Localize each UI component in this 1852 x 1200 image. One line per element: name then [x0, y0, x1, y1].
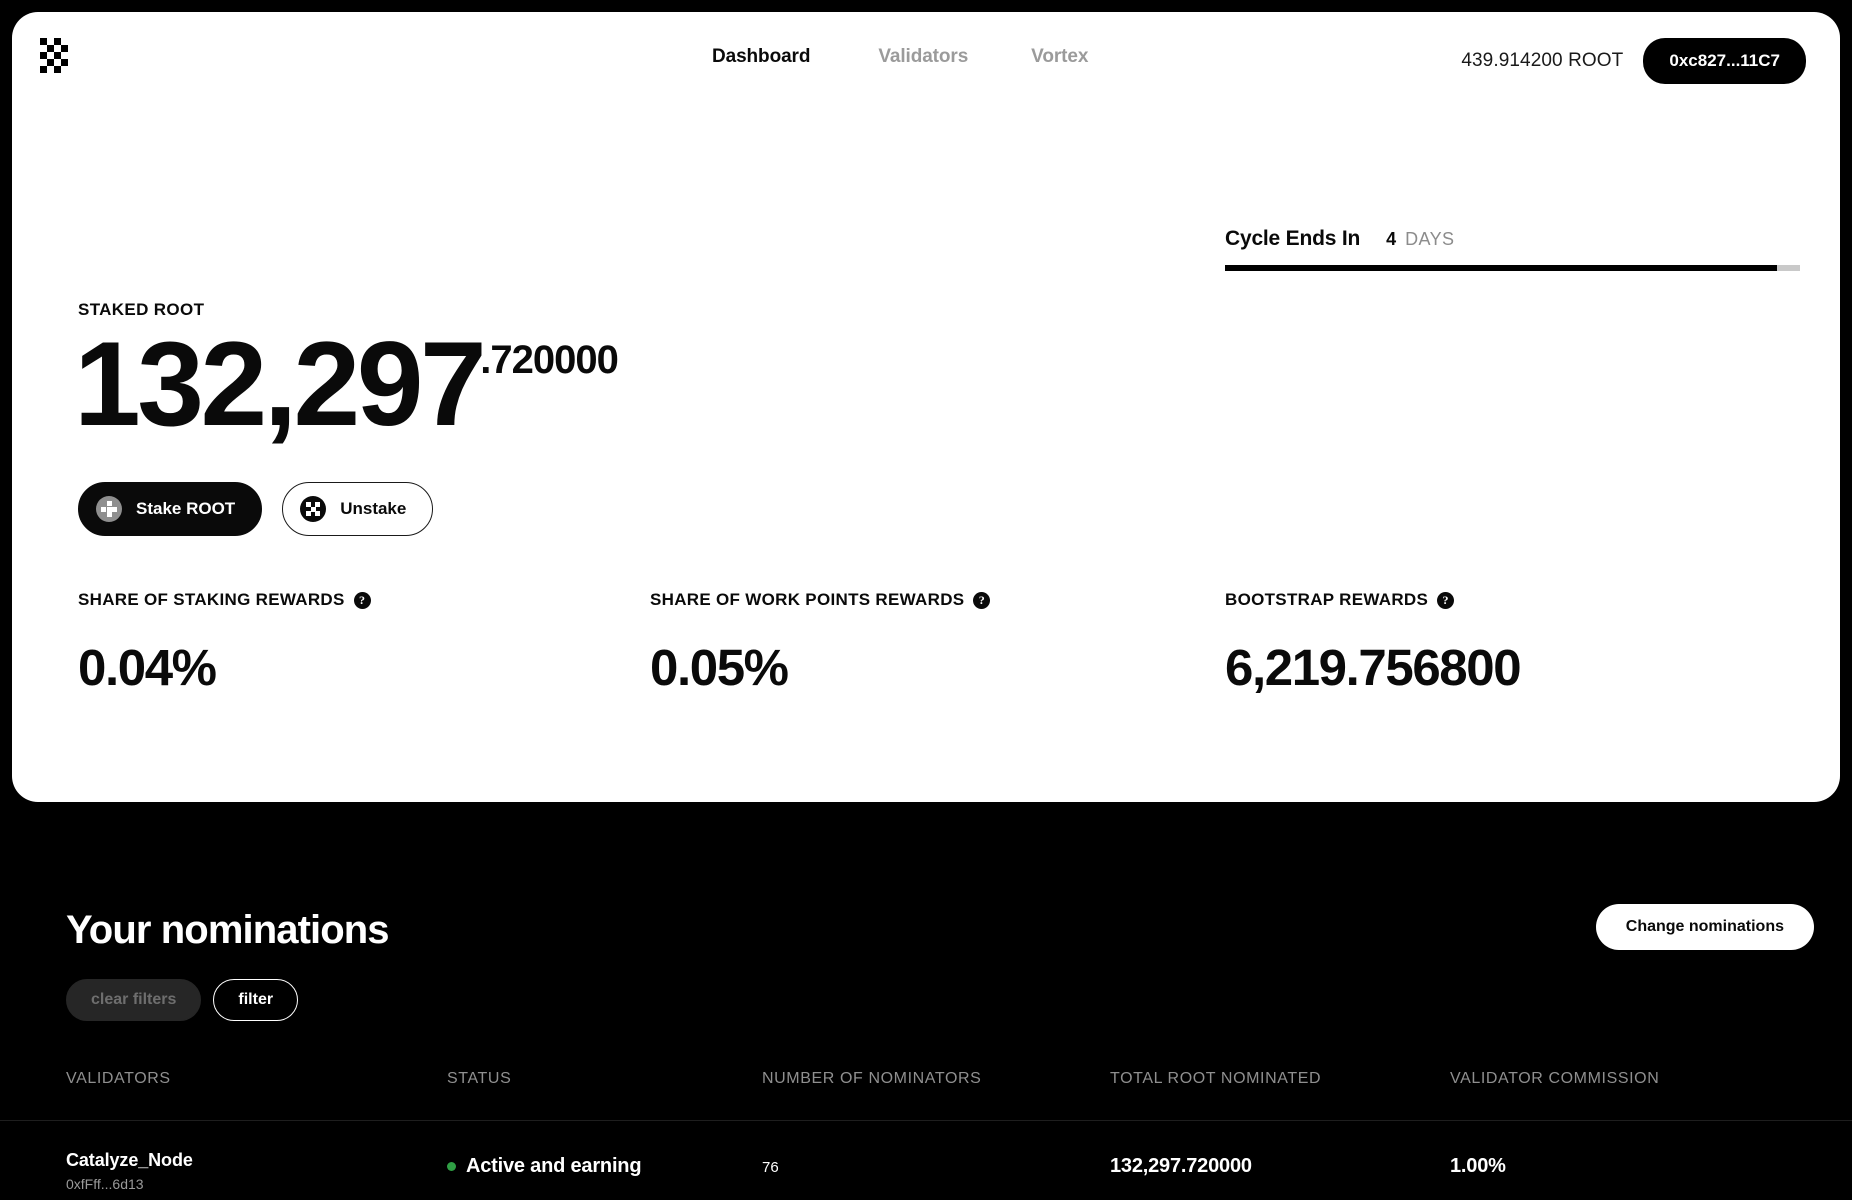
- cell-commission: 1.00%: [1450, 1150, 1506, 1178]
- total-nominated-value: 132,297.720000: [1110, 1155, 1252, 1177]
- cycle-days-value: 4: [1386, 229, 1397, 249]
- metric-header: SHARE OF STAKING REWARDS ?: [78, 590, 371, 610]
- cycle-progress-bar: [1225, 265, 1800, 271]
- nav-item-validators[interactable]: Validators: [878, 46, 968, 68]
- unstake-label: Unstake: [340, 499, 407, 518]
- metric-header: BOOTSTRAP REWARDS ?: [1225, 590, 1520, 610]
- metric-share-of-work-points-rewards: SHARE OF WORK POINTS REWARDS ? 0.05%: [650, 590, 991, 697]
- stake-actions: Stake ROOT Unstake: [78, 482, 434, 536]
- cell-nominators: 76: [762, 1150, 779, 1176]
- metric-share-of-staking-rewards: SHARE OF STAKING REWARDS ? 0.04%: [78, 590, 371, 697]
- table-row[interactable]: Catalyze_Node 0xfFff...6d13 Active and e…: [0, 1150, 1852, 1200]
- filter-button[interactable]: filter: [213, 979, 299, 1021]
- wallet-address-pill[interactable]: 0xc827...11C7: [1643, 38, 1806, 84]
- cycle-widget: Cycle Ends In 4 DAYS: [1225, 227, 1800, 271]
- nominations-title: Your nominations: [66, 908, 390, 952]
- status-badge: Active and earning: [447, 1155, 642, 1178]
- change-nominations-button[interactable]: Change nominations: [1595, 904, 1814, 950]
- metric-label: BOOTSTRAP REWARDS: [1225, 590, 1429, 609]
- column-header-total-root-nominated: TOTAL ROOT NOMINATED: [1110, 1070, 1322, 1087]
- question-mark-icon[interactable]: ?: [353, 591, 371, 609]
- pixel-plus-circle-icon: [96, 496, 122, 522]
- question-mark-icon[interactable]: ?: [973, 591, 991, 609]
- metric-label: SHARE OF STAKING REWARDS: [78, 590, 345, 609]
- column-header-validator-commission: VALIDATOR COMMISSION: [1450, 1070, 1660, 1087]
- wallet-zone: 439.914200 ROOT 0xc827...11C7: [1461, 38, 1806, 84]
- nav-item-dashboard[interactable]: Dashboard: [712, 46, 810, 68]
- column-header-validators: VALIDATORS: [66, 1070, 171, 1087]
- header-divider: [0, 1120, 1852, 1121]
- wallet-balance: 439.914200 ROOT: [1461, 50, 1624, 71]
- staked-root-decimal: .720000: [480, 338, 619, 382]
- status-dot-icon: [447, 1162, 456, 1171]
- validator-address: 0xfFff...6d13: [66, 1176, 144, 1192]
- nav-links: Dashboard Validators Vortex: [712, 46, 1088, 68]
- dashboard-card: Dashboard Validators Vortex 439.914200 R…: [12, 12, 1840, 802]
- table-header-row: VALIDATORS STATUS NUMBER OF NOMINATORS T…: [0, 1070, 1852, 1121]
- cycle-header: Cycle Ends In 4 DAYS: [1225, 227, 1800, 251]
- pixel-grid-circle-icon: [300, 496, 327, 522]
- cell-total-nominated: 132,297.720000: [1110, 1150, 1252, 1178]
- cell-validator: Catalyze_Node 0xfFff...6d13: [66, 1150, 193, 1192]
- metric-bootstrap-rewards: BOOTSTRAP REWARDS ? 6,219.756800: [1225, 590, 1522, 697]
- nav-item-vortex[interactable]: Vortex: [1031, 46, 1088, 68]
- cycle-days-label: DAYS: [1405, 229, 1455, 249]
- validator-name: Catalyze_Node: [66, 1150, 193, 1170]
- metric-value: 6,219.756800: [1225, 639, 1522, 696]
- metric-value: 0.04%: [78, 639, 217, 696]
- stake-root-label: Stake ROOT: [136, 499, 236, 518]
- cell-status: Active and earning: [447, 1150, 642, 1178]
- metric-value: 0.05%: [650, 639, 789, 696]
- metrics-row: SHARE OF STAKING REWARDS ? 0.04% SHARE O…: [12, 590, 1840, 720]
- commission-value: 1.00%: [1450, 1155, 1506, 1177]
- pixel-logo-icon[interactable]: [40, 38, 74, 73]
- cycle-title: Cycle Ends In: [1225, 227, 1361, 250]
- cycle-progress-fill: [1225, 265, 1777, 271]
- staked-root-amount: 132,297 .720000: [74, 317, 619, 451]
- metric-label: SHARE OF WORK POINTS REWARDS: [650, 590, 965, 609]
- filter-controls: clear filters filter: [66, 979, 299, 1021]
- clear-filters-button[interactable]: clear filters: [66, 979, 202, 1021]
- staked-root-integer: 132,297: [74, 317, 487, 451]
- metric-header: SHARE OF WORK POINTS REWARDS ?: [650, 590, 991, 610]
- nominations-section: Your nominations clear filters filter Ch…: [0, 830, 1852, 1200]
- nominators-count: 76: [762, 1159, 779, 1176]
- top-navigation: Dashboard Validators Vortex 439.914200 R…: [12, 12, 1840, 104]
- column-header-number-of-nominators: NUMBER OF NOMINATORS: [762, 1070, 982, 1087]
- question-mark-icon[interactable]: ?: [1437, 591, 1455, 609]
- stake-root-button[interactable]: Stake ROOT: [78, 482, 263, 536]
- unstake-button[interactable]: Unstake: [282, 482, 434, 536]
- nominations-table: VALIDATORS STATUS NUMBER OF NOMINATORS T…: [0, 1070, 1852, 1200]
- app-root: Dashboard Validators Vortex 439.914200 R…: [0, 0, 1852, 1200]
- column-header-status: STATUS: [447, 1070, 512, 1087]
- status-label: Active and earning: [466, 1155, 642, 1177]
